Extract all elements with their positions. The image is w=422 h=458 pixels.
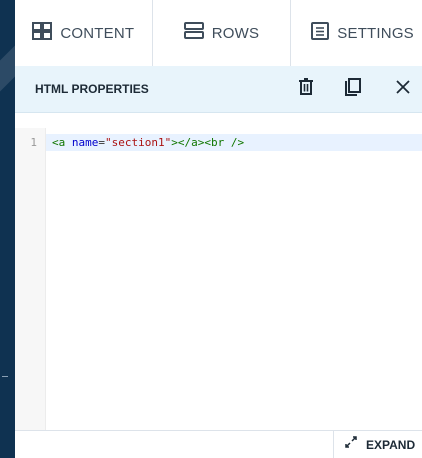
duplicate-button[interactable] — [342, 77, 364, 101]
properties-title: HTML PROPERTIES — [35, 82, 149, 96]
tab-rows-label: ROWS — [211, 24, 260, 42]
code-token-tag: <a — [52, 136, 72, 149]
code-token-equals: = — [98, 136, 105, 149]
expand-button[interactable]: EXPAND — [333, 431, 422, 458]
delete-button[interactable] — [295, 77, 317, 101]
html-code-editor[interactable]: 1 <a name="section1"></a><br /> — [15, 128, 422, 430]
panel-tabs: CONTENT ROWS SETTINGS — [15, 0, 422, 67]
background-dash — [2, 376, 8, 377]
code-token-attribute: name — [71, 136, 99, 149]
close-icon — [395, 79, 411, 100]
tab-settings-label: SETTINGS — [337, 24, 414, 42]
rows-icon — [183, 22, 204, 44]
tab-content[interactable]: CONTENT — [15, 0, 152, 67]
properties-header: HTML PROPERTIES — [15, 66, 422, 113]
code-line[interactable]: <a name="section1"></a><br /> — [52, 136, 244, 149]
duplicate-icon — [344, 77, 362, 101]
tab-content-label: CONTENT — [60, 24, 135, 42]
tab-settings[interactable]: SETTINGS — [290, 0, 422, 66]
editor-gutter: 1 — [15, 128, 46, 430]
settings-list-icon — [311, 22, 330, 44]
expand-arrows-icon — [344, 435, 358, 454]
code-token-string: "section1" — [105, 136, 172, 149]
close-button[interactable] — [392, 78, 414, 100]
line-number: 1 — [30, 136, 37, 149]
editor-footer: EXPAND — [15, 430, 422, 458]
code-token-tag-close: ></a><br /> — [171, 136, 245, 149]
tab-rows[interactable]: ROWS — [151, 0, 291, 66]
grid-icon — [32, 22, 53, 44]
properties-panel: CONTENT ROWS SETTINGS HTML PROPERTIES 1 … — [15, 0, 422, 458]
expand-label: EXPAND — [366, 437, 416, 452]
delete-icon — [298, 77, 314, 101]
